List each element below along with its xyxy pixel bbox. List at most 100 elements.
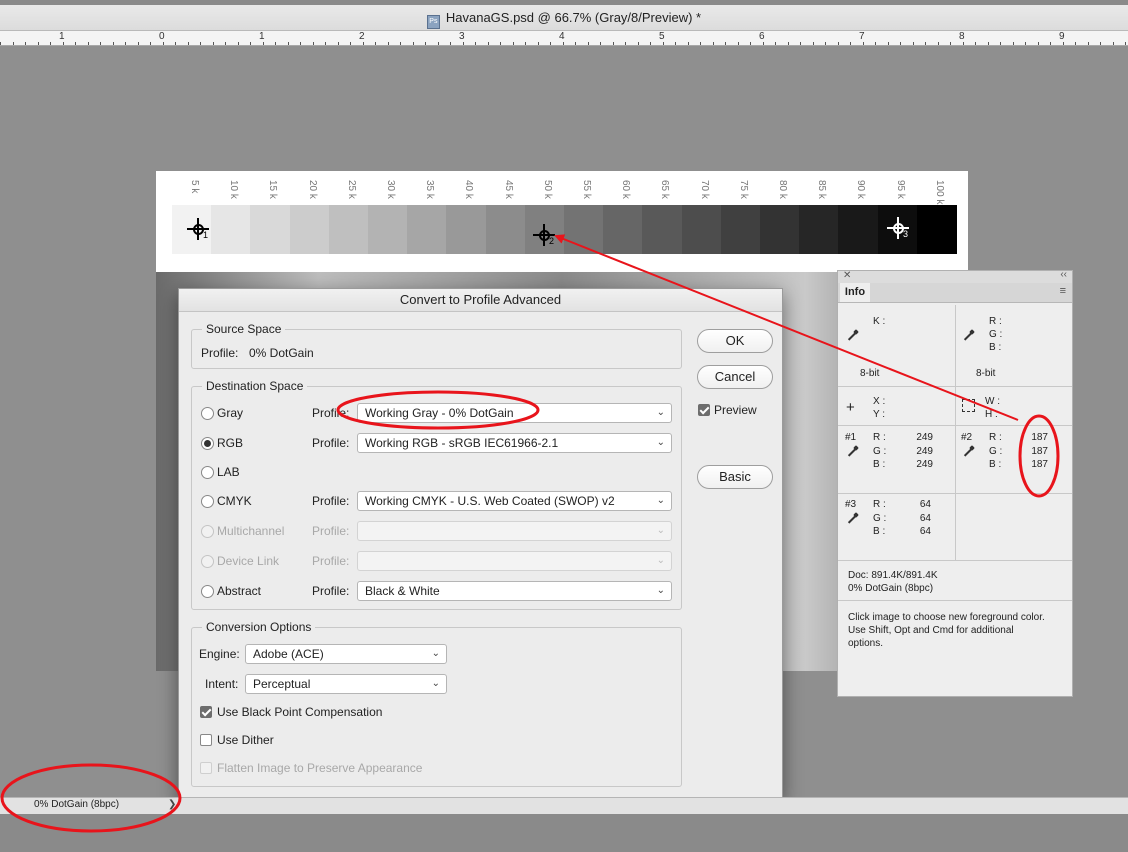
abstract-profile-label: Profile: <box>312 584 350 598</box>
ruler-tick <box>450 42 451 45</box>
ruler-tick <box>363 42 364 45</box>
radio-cmyk[interactable] <box>201 495 214 508</box>
ruler-tick <box>88 42 89 45</box>
info-panel: ✕ ‹‹ Info ≡ K : 8-bit R : G : B : 8-bit … <box>837 269 1073 697</box>
gray-profile-label: Profile: <box>312 406 350 420</box>
dither-checkbox[interactable] <box>200 734 212 746</box>
ruler-tick <box>50 42 51 45</box>
collapse-icon[interactable]: ‹‹ <box>1060 269 1067 280</box>
ruler-tick <box>13 42 14 45</box>
ruler-tick <box>475 42 476 45</box>
ruler-label: 3 <box>459 31 465 42</box>
step-label: 70 k <box>698 180 710 199</box>
ruler-label: 4 <box>559 31 565 42</box>
black-point-checkbox[interactable] <box>200 706 212 718</box>
ruler-tick <box>350 42 351 45</box>
status-menu-arrow-icon[interactable]: ❯ <box>168 799 176 810</box>
ruler-tick <box>825 42 826 45</box>
basic-button[interactable]: Basic <box>697 465 773 489</box>
radio-abstract[interactable] <box>201 585 214 598</box>
ruler-tick <box>675 42 676 45</box>
cancel-button[interactable]: Cancel <box>697 365 773 389</box>
ruler-tick <box>838 42 839 45</box>
horizontal-ruler[interactable]: 1 0 1 2 3 4 5 6 7 8 9 <box>0 31 1128 46</box>
flatten-checkbox[interactable] <box>200 762 212 774</box>
gray-step <box>760 205 800 254</box>
sampler-2-id: #2 <box>961 432 973 443</box>
step-label: 60 k <box>620 180 632 199</box>
intent-select[interactable]: Perceptual ⌄ <box>245 674 447 694</box>
rgb-profile-label: Profile: <box>312 436 350 450</box>
step-label: 5 k <box>189 180 200 194</box>
gray-step <box>720 205 761 254</box>
color-sampler-3-icon[interactable]: 3 <box>887 217 909 239</box>
intent-label: Intent: <box>205 677 239 691</box>
ruler-tick <box>188 42 189 45</box>
close-icon[interactable]: ✕ <box>843 270 851 281</box>
multichannel-profile-select[interactable]: ⌄ <box>357 521 672 541</box>
gray-profile-select[interactable]: Working Gray - 0% DotGain ⌄ <box>357 403 672 423</box>
preview-checkbox[interactable] <box>698 404 710 416</box>
ok-button[interactable]: OK <box>697 329 773 353</box>
bit-depth-left: 8-bit <box>860 368 880 379</box>
step-label: 45 k <box>502 180 514 199</box>
gray-step <box>250 205 291 254</box>
ruler-tick <box>525 42 526 45</box>
radio-gray[interactable] <box>201 407 214 420</box>
photoshop-file-icon: Ps <box>426 15 440 29</box>
ruler-tick <box>800 42 801 45</box>
ruler-tick <box>175 42 176 45</box>
ruler-tick <box>913 42 914 45</box>
abstract-profile-value: Black & White <box>365 584 440 598</box>
ruler-tick <box>1088 42 1089 45</box>
cmyk-profile-value: Working CMYK - U.S. Web Coated (SWOP) v2 <box>365 494 615 508</box>
panel-divider <box>838 386 1072 387</box>
engine-select[interactable]: Adobe (ACE) ⌄ <box>245 644 447 664</box>
ruler-tick <box>625 42 626 45</box>
ruler-tick <box>738 42 739 45</box>
ruler-tick <box>1000 42 1001 45</box>
sampler-1-b: 249 <box>916 459 933 470</box>
panel-divider <box>838 425 1072 426</box>
radio-multichannel[interactable] <box>201 525 214 538</box>
rgb-profile-select[interactable]: Working RGB - sRGB IEC61966-2.1 ⌄ <box>357 433 672 453</box>
panel-tabbar: Info ≡ <box>838 283 1072 303</box>
ruler-tick <box>888 42 889 45</box>
document-title-text: HavanaGS.psd @ 66.7% (Gray/8/Preview) * <box>445 10 702 25</box>
ruler-tick <box>938 42 939 45</box>
convert-to-profile-dialog: Convert to Profile Advanced Source Space… <box>178 288 783 799</box>
panel-menu-icon[interactable]: ≡ <box>1060 285 1066 297</box>
color-sampler-2-icon[interactable]: 2 <box>533 224 555 246</box>
status-profile[interactable]: 0% DotGain (8bpc) <box>34 799 119 810</box>
cmyk-profile-select[interactable]: Working CMYK - U.S. Web Coated (SWOP) v2… <box>357 491 672 511</box>
abstract-profile-select[interactable]: Black & White ⌄ <box>357 581 672 601</box>
ruler-tick <box>588 42 589 45</box>
sampler-1-r: 249 <box>916 432 933 443</box>
radio-rgb-label: RGB <box>217 436 244 450</box>
color-sampler-1-icon[interactable]: 1 <box>187 218 209 240</box>
ruler-tick <box>425 42 426 45</box>
ruler-tick <box>613 42 614 45</box>
source-profile-label: Profile: <box>201 346 239 360</box>
dialog-title: Convert to Profile Advanced <box>179 289 782 312</box>
device-link-profile-select[interactable]: ⌄ <box>357 551 672 571</box>
w-label: W : <box>985 396 1000 407</box>
r-label: R : <box>989 316 1002 327</box>
source-space-group: Source Space Profile: 0% DotGain <box>191 322 682 369</box>
radio-device-link-label: Device Link <box>217 554 280 568</box>
gray-step <box>681 205 722 254</box>
radio-lab[interactable] <box>201 466 214 479</box>
r-label: R : <box>873 432 886 443</box>
gray-step <box>485 205 526 254</box>
ruler-tick <box>788 42 789 45</box>
tab-info[interactable]: Info <box>840 283 870 302</box>
ruler-tick <box>1113 42 1114 45</box>
radio-device-link[interactable] <box>201 555 214 568</box>
ruler-tick <box>988 42 989 45</box>
gray-step <box>289 205 330 254</box>
conversion-options-group: Conversion Options Engine: Adobe (ACE) ⌄ … <box>191 620 682 787</box>
ruler-tick <box>63 42 64 45</box>
ruler-label: 8 <box>959 31 965 42</box>
r-label: R : <box>989 432 1002 443</box>
radio-rgb[interactable] <box>201 437 214 450</box>
